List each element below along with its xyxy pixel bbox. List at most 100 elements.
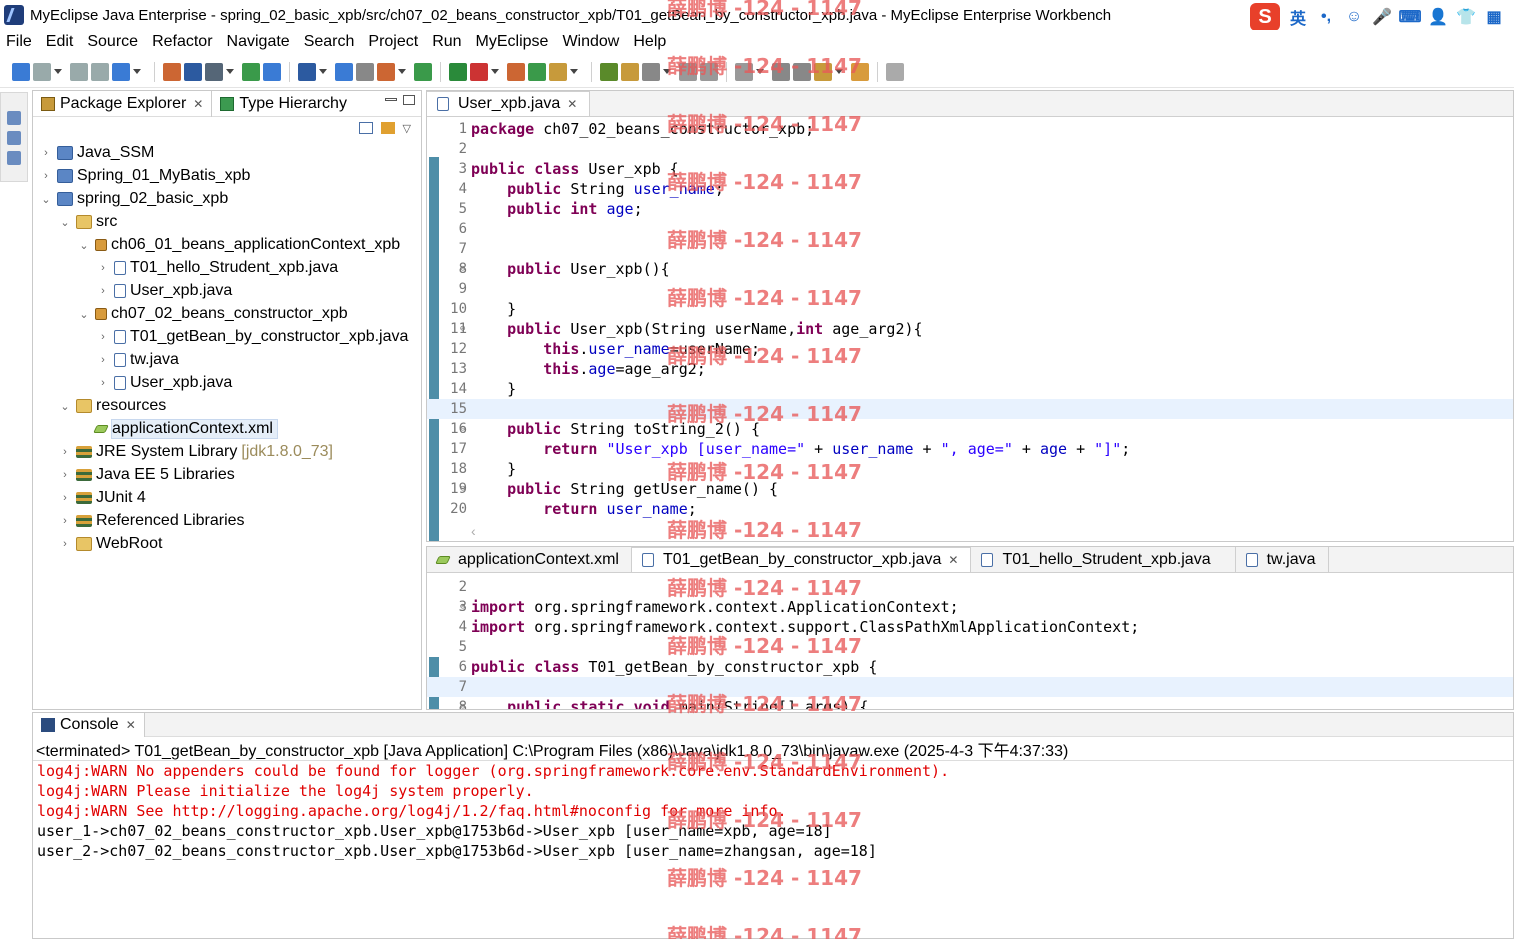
code-line[interactable]: 16 ⊖ public String toString_2() {	[427, 419, 1513, 439]
chevron-down-icon[interactable]: ⌄	[39, 193, 53, 206]
servers-view-icon[interactable]	[7, 151, 21, 165]
toolbar-button-icon[interactable]	[621, 62, 639, 81]
ime-toolbox-icon[interactable]: ▦	[1484, 7, 1504, 27]
code-line[interactable]: 4 import org.springframework.context.supp…	[427, 617, 1513, 637]
toolbar-button-icon[interactable]	[793, 62, 811, 81]
toolbar-button-icon[interactable]	[549, 62, 567, 81]
tree-item[interactable]: ⌄ ch07_02_beans_constructor_xpb	[77, 303, 347, 325]
dropdown-arrow-icon[interactable]	[133, 69, 141, 74]
tree-item[interactable]: › Java_SSM	[39, 142, 154, 164]
editor-tab[interactable]: T01_hello_Strudent_xpb.java	[971, 547, 1236, 572]
chevron-down-icon[interactable]: ⌄	[58, 216, 72, 229]
tree-item[interactable]: applicationContext.xml	[77, 418, 278, 440]
dropdown-arrow-icon[interactable]	[398, 69, 406, 74]
tree-item[interactable]: ⌄ src	[58, 211, 117, 233]
toolbar-button-icon[interactable]	[184, 62, 202, 81]
code-line[interactable]: 2	[427, 139, 1513, 159]
code-line[interactable]: 11 ⊖ public User_xpb(String userName,int …	[427, 319, 1513, 339]
menu-edit[interactable]: Edit	[46, 33, 74, 51]
chevron-right-icon[interactable]: ›	[58, 446, 72, 458]
tree-item[interactable]: › Spring_01_MyBatis_xpb	[39, 165, 250, 187]
code-line[interactable]: 13 this.age=age_arg2;	[427, 359, 1513, 379]
code-line[interactable]: 14 }	[427, 379, 1513, 399]
editor-tab[interactable]: applicationContext.xml	[427, 547, 632, 572]
chevron-down-icon[interactable]: ⌄	[58, 400, 72, 413]
code-line[interactable]: 12 this.user_name=userName;	[427, 339, 1513, 359]
tree-item[interactable]: › Referenced Libraries	[58, 510, 244, 532]
code-line[interactable]: 5	[427, 637, 1513, 657]
tree-item[interactable]: › User_xpb.java	[96, 372, 232, 394]
toolbar-button-icon[interactable]	[335, 62, 353, 81]
toolbar-button-icon[interactable]	[600, 62, 618, 81]
code-line[interactable]: 8 ⊖ public static void main(String[] args…	[427, 697, 1513, 709]
tree-item[interactable]: › tw.java	[96, 349, 179, 371]
toolbar-button-icon[interactable]	[356, 62, 374, 81]
code-line[interactable]: 6 public class T01_getBean_by_constructor…	[427, 657, 1513, 677]
toolbar-button-icon[interactable]	[205, 62, 223, 81]
code-line[interactable]: 2	[427, 577, 1513, 597]
code-line[interactable]: 1 package ch07_02_beans_constructor_xpb;	[427, 119, 1513, 139]
outline-view-icon[interactable]	[7, 131, 21, 145]
minimize-view-button[interactable]	[385, 98, 397, 101]
chevron-right-icon[interactable]: ›	[96, 377, 110, 389]
menu-source[interactable]: Source	[87, 33, 138, 51]
toolbar-button-icon[interactable]	[263, 62, 281, 81]
dropdown-arrow-icon[interactable]	[570, 69, 578, 74]
toolbar-button-icon[interactable]	[414, 62, 432, 81]
code-line[interactable]: 15	[427, 399, 1513, 419]
chevron-right-icon[interactable]: ›	[58, 515, 72, 527]
fold-toggle-icon[interactable]: ⊖	[460, 602, 465, 612]
toolbar-button-icon[interactable]	[12, 62, 30, 81]
dropdown-arrow-icon[interactable]	[54, 69, 62, 74]
chevron-right-icon[interactable]: ›	[96, 262, 110, 274]
console-output[interactable]: log4j:WARN No appenders could be found f…	[33, 761, 1513, 938]
code-line[interactable]: 7	[427, 677, 1513, 697]
menu-window[interactable]: Window	[562, 33, 619, 51]
dropdown-arrow-icon[interactable]	[491, 69, 499, 74]
close-icon[interactable]: ✕	[126, 718, 136, 732]
menu-myeclipse[interactable]: MyEclipse	[476, 33, 549, 51]
toolbar-button-icon[interactable]	[163, 62, 181, 81]
sogou-ime-icon[interactable]: S	[1250, 3, 1280, 31]
chevron-right-icon[interactable]: ›	[58, 492, 72, 504]
ime-skin-icon[interactable]: 👕	[1456, 7, 1476, 27]
chevron-right-icon[interactable]: ›	[96, 285, 110, 297]
collapse-all-icon[interactable]	[358, 122, 373, 134]
dropdown-arrow-icon[interactable]	[663, 69, 671, 74]
editor-tab[interactable]: tw.java	[1235, 547, 1329, 572]
link-with-editor-icon[interactable]	[380, 122, 395, 134]
code-line[interactable]: 19 ⊖ public String getUser_name() {	[427, 479, 1513, 499]
toolbar-button-icon[interactable]	[377, 62, 395, 81]
tab-user-xpb-java[interactable]: User_xpb.java ✕	[427, 91, 591, 116]
menu-project[interactable]: Project	[368, 33, 418, 51]
restore-view-icon[interactable]	[7, 111, 21, 125]
toolbar-button-icon[interactable]	[700, 62, 718, 81]
code-editor-area[interactable]: 2 3 ⊖ import org.springframework.context.Ap…	[427, 573, 1513, 709]
tab-type-hierarchy[interactable]: Type Hierarchy	[212, 91, 355, 117]
fold-toggle-icon[interactable]: ⊖	[460, 484, 465, 494]
ime-emoji-icon[interactable]: ☺	[1344, 7, 1364, 27]
tree-item[interactable]: ⌄ spring_02_basic_xpb	[39, 188, 228, 210]
dropdown-arrow-icon[interactable]	[756, 69, 764, 74]
toolbar-button-icon[interactable]	[449, 62, 467, 81]
fold-toggle-icon[interactable]: ⊖	[460, 424, 465, 434]
view-menu-chevron-icon[interactable]: ▽	[403, 122, 411, 135]
toolbar-button-icon[interactable]	[851, 62, 869, 81]
code-editor-area[interactable]: ‹ 1 package ch07_02_beans_constructor_xpb…	[427, 117, 1513, 541]
fold-toggle-icon[interactable]: ⊖	[460, 324, 465, 334]
toolbar-button-icon[interactable]	[735, 62, 753, 81]
code-line[interactable]: 20 return user_name;	[427, 499, 1513, 519]
toolbar-button-icon[interactable]	[112, 62, 130, 81]
tree-item[interactable]: › JRE System Library [jdk1.8.0_73]	[58, 441, 333, 463]
chevron-right-icon[interactable]: ›	[39, 147, 53, 159]
close-icon[interactable]: ✕	[948, 553, 958, 567]
toolbar-button-icon[interactable]	[33, 62, 51, 81]
close-icon[interactable]: ✕	[567, 97, 577, 111]
chevron-right-icon[interactable]: ›	[58, 469, 72, 481]
fold-toggle-icon[interactable]: ⊖	[460, 702, 465, 709]
code-line[interactable]: 4 public String user_name;	[427, 179, 1513, 199]
tree-item[interactable]: ⌄ resources	[58, 395, 166, 417]
menu-navigate[interactable]: Navigate	[227, 33, 290, 51]
menu-file[interactable]: File	[6, 33, 32, 51]
tree-item[interactable]: › Java EE 5 Libraries	[58, 464, 235, 486]
